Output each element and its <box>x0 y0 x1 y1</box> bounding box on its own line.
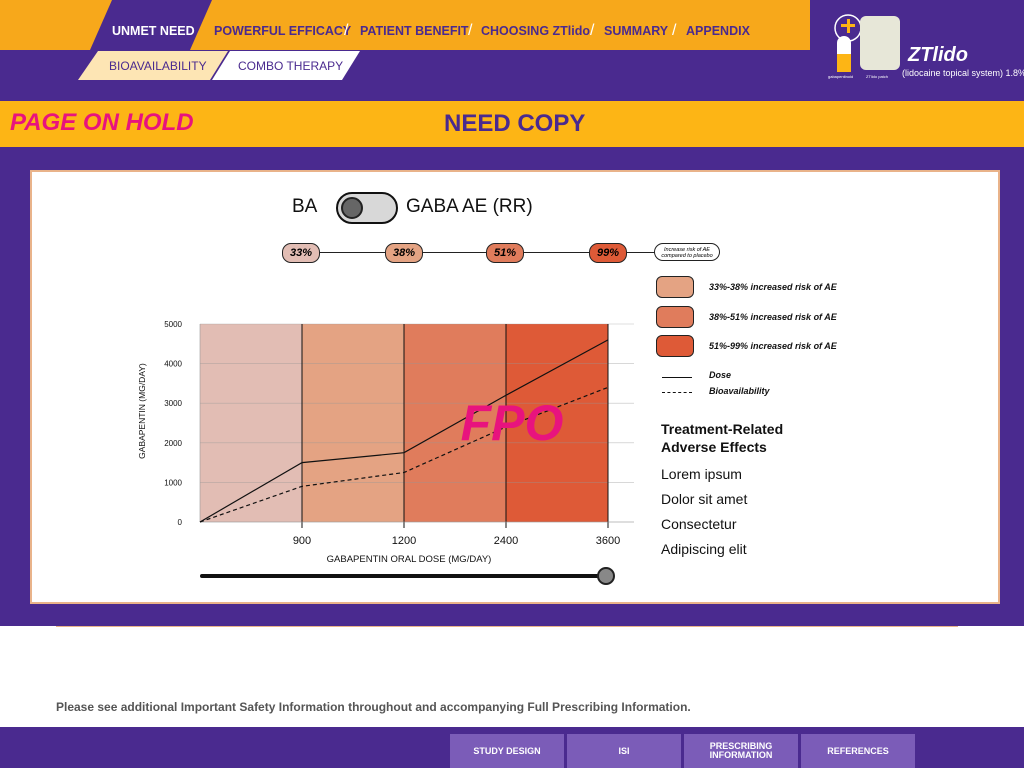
treatment-title: Treatment-Related Adverse Effects <box>661 421 784 455</box>
tab-choosing-ztlido[interactable]: CHOOSING ZTlido <box>481 0 590 50</box>
isi-text: Please see additional Important Safety I… <box>56 700 691 714</box>
legend-swatch-33-38 <box>656 276 694 298</box>
y-tick-label: 3000 <box>164 399 182 408</box>
y-axis-label: GABAPENTIN (MG/DAY) <box>137 363 147 459</box>
tab-summary[interactable]: SUMMARY <box>604 0 668 50</box>
treatment-item: Consectetur <box>661 516 737 532</box>
tab-powerful-efficacy[interactable]: POWERFUL EFFICACY <box>214 0 351 50</box>
legend-bioavailability: Bioavailability <box>709 386 770 396</box>
subtab-bioavailability[interactable]: BIOAVAILABILITY <box>78 51 228 80</box>
treatment-item: Lorem ipsum <box>661 466 742 482</box>
treatment-item: Dolor sit amet <box>661 491 748 507</box>
legend-dose: Dose <box>709 370 732 380</box>
bioavailability-chart: 0 1000 2000 3000 4000 5000 900 1200 2400 3600 GABA… <box>137 320 634 565</box>
tab-unmet-need[interactable]: UNMET NEED <box>90 0 212 50</box>
logo-caption-left: gabapentinoid <box>828 74 854 79</box>
chart-card: BA GABA AE (RR) 33% 38% 51% 99% Increase… <box>30 170 1000 604</box>
dose-slider-knob[interactable] <box>597 567 615 585</box>
references-button[interactable]: REFERENCES <box>801 734 915 768</box>
study-design-button[interactable]: STUDY DESIGN <box>450 734 564 768</box>
legend-swatch-51-99 <box>656 335 694 357</box>
legend-band-2: 38%-51% increased risk of AE <box>709 312 837 322</box>
fpo-watermark: FPO <box>461 395 564 451</box>
logo-caption-right: ZTlido patch <box>866 74 889 79</box>
y-tick-label: 1000 <box>164 478 182 487</box>
dose-slider-track[interactable] <box>200 574 608 578</box>
brand-name: ZTlido <box>908 44 968 66</box>
page-title: NEED COPY <box>444 110 586 137</box>
y-tick-label: 0 <box>178 518 183 527</box>
brand-tagline: (lidocaine topical system) 1.8% <box>902 68 1024 78</box>
brand-logo: ZTlido (lidocaine topical system) 1.8% g… <box>810 0 1024 100</box>
x-tick-label: 3600 <box>596 535 620 547</box>
nav-separator: / <box>672 22 677 39</box>
nav-separator: / <box>590 22 595 39</box>
divider <box>56 626 958 627</box>
tab-appendix[interactable]: APPENDIX <box>686 0 750 50</box>
isi-button[interactable]: ISI <box>567 734 681 768</box>
x-tick-label: 2400 <box>494 535 518 547</box>
tab-patient-benefit[interactable]: PATIENT BENEFIT <box>360 0 469 50</box>
prescribing-information-button[interactable]: PRESCRIBING INFORMATION <box>684 734 798 768</box>
x-tick-label: 1200 <box>392 535 416 547</box>
x-tick-label: 900 <box>293 535 311 547</box>
legend-bio-line <box>662 392 692 393</box>
page-on-hold-label: PAGE ON HOLD <box>10 109 194 136</box>
isi-area: Please see additional Important Safety I… <box>0 626 1024 727</box>
y-tick-label: 4000 <box>164 360 182 369</box>
x-axis-label: GABAPENTIN ORAL DOSE (MG/DAY) <box>327 554 492 565</box>
legend-swatch-38-51 <box>656 306 694 328</box>
legend-band-3: 51%-99% increased risk of AE <box>709 341 837 351</box>
band-2 <box>302 324 404 522</box>
legend-dose-line <box>662 377 692 378</box>
legend-band-1: 33%-38% increased risk of AE <box>709 282 837 292</box>
y-tick-label: 2000 <box>164 439 182 448</box>
treatment-item: Adipiscing elit <box>661 541 747 557</box>
nav-separator: / <box>468 22 473 39</box>
nav-separator: / <box>344 22 349 39</box>
top-nav: UNMET NEED POWERFUL EFFICACY / PATIENT B… <box>0 0 810 50</box>
subtab-combo-therapy[interactable]: COMBO THERAPY <box>212 51 360 80</box>
title-banner: PAGE ON HOLD NEED COPY <box>0 101 1024 147</box>
risk-pill-legend: Increase risk of AE compared to placebo <box>654 243 720 261</box>
y-tick-label: 5000 <box>164 320 182 329</box>
